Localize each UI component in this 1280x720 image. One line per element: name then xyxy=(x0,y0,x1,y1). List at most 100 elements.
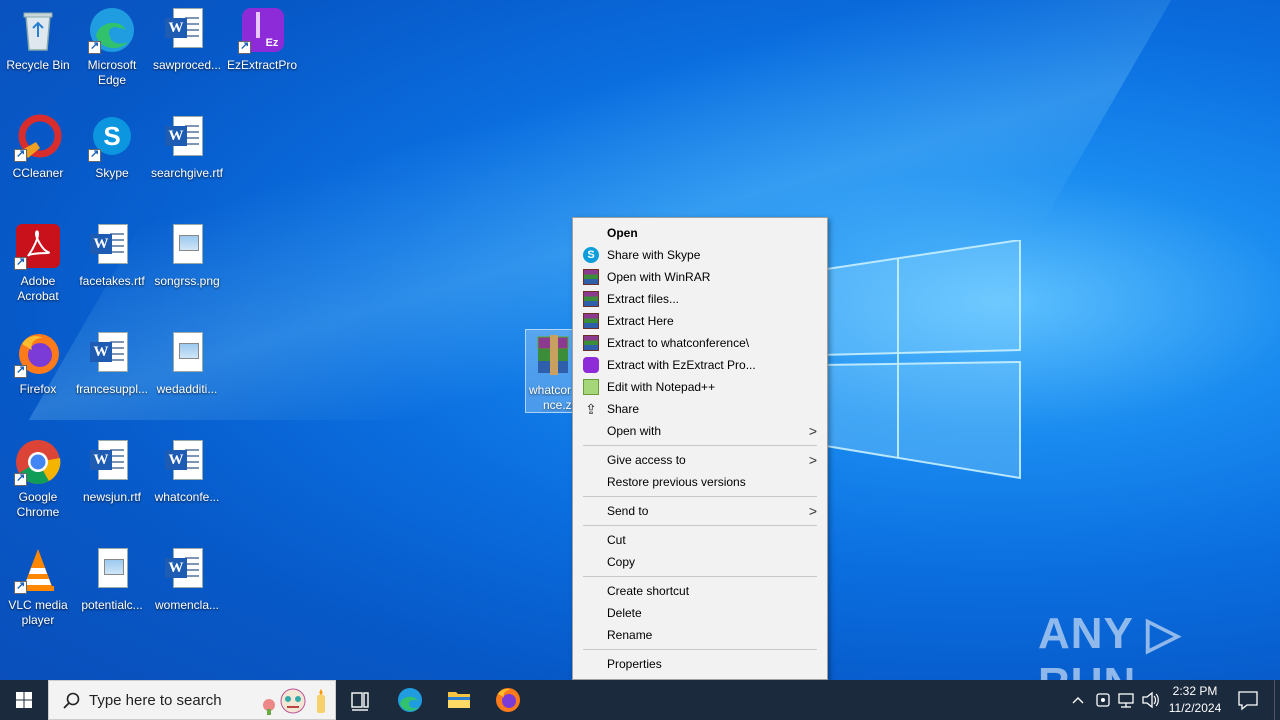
word-document-icon: W xyxy=(163,6,211,54)
taskbar-file-explorer-button[interactable] xyxy=(435,680,483,720)
selected-zip-file[interactable]: whatcor nce.zi xyxy=(525,329,577,413)
menu-item-label: Extract files... xyxy=(607,292,680,306)
menu-item-open-with-winrar[interactable]: Open with WinRAR xyxy=(573,266,827,288)
desktop-icon-google-chrome[interactable]: Google Chrome xyxy=(0,438,76,520)
menu-item-label: Edit with Notepad++ xyxy=(607,380,716,394)
menu-item-rename[interactable]: Rename xyxy=(573,624,827,646)
menu-item-label: Create shortcut xyxy=(607,584,690,598)
desktop-icon-newsjun[interactable]: W newsjun.rtf xyxy=(74,438,150,505)
menu-item-label: Share with Skype xyxy=(607,248,701,262)
desktop-icon-label: Adobe Acrobat xyxy=(17,274,59,303)
desktop-icon-facetakes[interactable]: W facetakes.rtf xyxy=(74,222,150,289)
firefox-icon xyxy=(14,330,62,378)
menu-item-restore-previous-versions[interactable]: Restore previous versions xyxy=(573,471,827,493)
winrar-icon xyxy=(583,335,599,351)
desktop-icon-microsoft-edge[interactable]: Microsoft Edge xyxy=(74,6,150,88)
desktop-icon-label: Google Chrome xyxy=(16,490,60,519)
show-hidden-icons-button[interactable] xyxy=(1068,680,1088,720)
ezextract-icon xyxy=(583,357,599,373)
menu-item-extract-here[interactable]: Extract Here xyxy=(573,310,827,332)
image-file-icon xyxy=(163,330,211,378)
menu-item-open[interactable]: Open xyxy=(573,222,827,244)
share-icon: ⇪ xyxy=(585,401,597,417)
desktop-icon-womencla[interactable]: W womencla... xyxy=(149,546,225,613)
taskbar-edge-button[interactable] xyxy=(386,680,434,720)
skype-icon: S xyxy=(88,114,136,162)
shortcut-arrow-icon xyxy=(14,579,27,594)
desktop-icon-firefox[interactable]: Firefox xyxy=(0,330,76,397)
word-document-icon: W xyxy=(163,114,211,162)
menu-item-send-to[interactable]: Send to > xyxy=(573,500,827,522)
menu-item-create-shortcut[interactable]: Create shortcut xyxy=(573,580,827,602)
menu-item-label: Delete xyxy=(607,606,642,620)
menu-item-share-with-skype[interactable]: S Share with Skype xyxy=(573,244,827,266)
menu-item-label: Copy xyxy=(607,555,636,569)
context-menu: Open S Share with Skype Open with WinRAR … xyxy=(572,217,828,680)
menu-separator xyxy=(583,496,817,497)
desktop-icon-wedadditi[interactable]: wedadditi... xyxy=(149,330,225,397)
menu-item-open-with[interactable]: Open with > xyxy=(573,420,827,442)
show-desktop-button[interactable] xyxy=(1274,680,1280,720)
desktop-icon-ezextractpro[interactable]: Ez EzExtractPro xyxy=(224,6,300,73)
taskbar-search-box[interactable]: Type here to search xyxy=(48,680,336,720)
taskbar: Type here to search 2:32 PM 11/2/2024 xyxy=(0,680,1280,720)
desktop-icon-label: CCleaner xyxy=(12,166,64,180)
tray-app-button[interactable] xyxy=(1092,680,1114,720)
shortcut-arrow-icon xyxy=(88,39,101,54)
word-document-icon: W xyxy=(88,222,136,270)
search-icon xyxy=(63,692,80,709)
desktop-icon-label: Skype xyxy=(95,166,129,180)
desktop-icon-searchgive[interactable]: W searchgive.rtf xyxy=(149,114,225,181)
word-document-icon: W xyxy=(163,546,211,594)
desktop-icon-skype[interactable]: S Skype xyxy=(74,114,150,181)
menu-item-share[interactable]: ⇪ Share xyxy=(573,398,827,420)
menu-item-label: Extract Here xyxy=(607,314,674,328)
menu-item-properties[interactable]: Properties xyxy=(573,653,827,675)
menu-item-copy[interactable]: Copy xyxy=(573,551,827,573)
menu-item-label: Share xyxy=(607,402,640,416)
menu-separator xyxy=(583,445,817,446)
desktop-icon-francesuppl[interactable]: W francesuppl... xyxy=(74,330,150,397)
desktop-icon-songrss[interactable]: songrss.png xyxy=(149,222,225,289)
menu-item-extract-with-ezextract[interactable]: Extract with EzExtract Pro... xyxy=(573,354,827,376)
desktop-icon-ccleaner[interactable]: CCleaner xyxy=(0,114,76,181)
action-center-button[interactable] xyxy=(1230,680,1266,720)
desktop-icon-adobe-acrobat[interactable]: Adobe Acrobat xyxy=(0,222,76,304)
menu-item-cut[interactable]: Cut xyxy=(573,529,827,551)
selected-file-label-line1: whatcor xyxy=(529,383,572,397)
desktop-icon-potentialc[interactable]: potentialc... xyxy=(74,546,150,613)
edge-icon xyxy=(88,6,136,54)
notepadpp-icon xyxy=(583,379,599,395)
firefox-icon xyxy=(496,688,520,712)
task-view-button[interactable] xyxy=(336,680,384,720)
desktop-icon-label: searchgive.rtf xyxy=(150,166,224,180)
ezextract-icon: Ez xyxy=(238,6,286,54)
desktop-icon-label: Recycle Bin xyxy=(6,58,70,72)
start-button[interactable] xyxy=(0,680,48,720)
windows-wallpaper-logo xyxy=(820,240,1021,480)
shortcut-arrow-icon xyxy=(14,471,27,486)
menu-item-extract-files[interactable]: Extract files... xyxy=(573,288,827,310)
network-button[interactable] xyxy=(1116,680,1138,720)
desktop-icon-vlc[interactable]: VLC media player xyxy=(0,546,76,628)
shortcut-arrow-icon xyxy=(14,363,27,378)
desktop-icon-label: potentialc... xyxy=(81,598,143,612)
taskbar-firefox-button[interactable] xyxy=(484,680,532,720)
menu-item-extract-to-folder[interactable]: Extract to whatconference\ xyxy=(573,332,827,354)
menu-item-label: Open xyxy=(607,226,638,240)
menu-separator xyxy=(583,576,817,577)
search-highlight-illustration-icon xyxy=(263,688,325,715)
menu-item-give-access-to[interactable]: Give access to > xyxy=(573,449,827,471)
taskbar-clock[interactable]: 2:32 PM 11/2/2024 xyxy=(1160,683,1230,717)
task-view-icon xyxy=(351,692,369,711)
volume-button[interactable] xyxy=(1140,680,1162,720)
chevron-right-icon: > xyxy=(808,452,817,468)
desktop-icon-sawproced[interactable]: W sawproced... xyxy=(149,6,225,73)
tray-device-icon xyxy=(1096,693,1110,707)
menu-item-edit-with-notepadpp[interactable]: Edit with Notepad++ xyxy=(573,376,827,398)
desktop-icon-whatconfe[interactable]: W whatconfe... xyxy=(149,438,225,505)
adobe-acrobat-icon xyxy=(14,222,62,270)
menu-item-delete[interactable]: Delete xyxy=(573,602,827,624)
desktop-icon-recycle-bin[interactable]: Recycle Bin xyxy=(0,6,76,73)
winrar-icon xyxy=(583,291,599,307)
